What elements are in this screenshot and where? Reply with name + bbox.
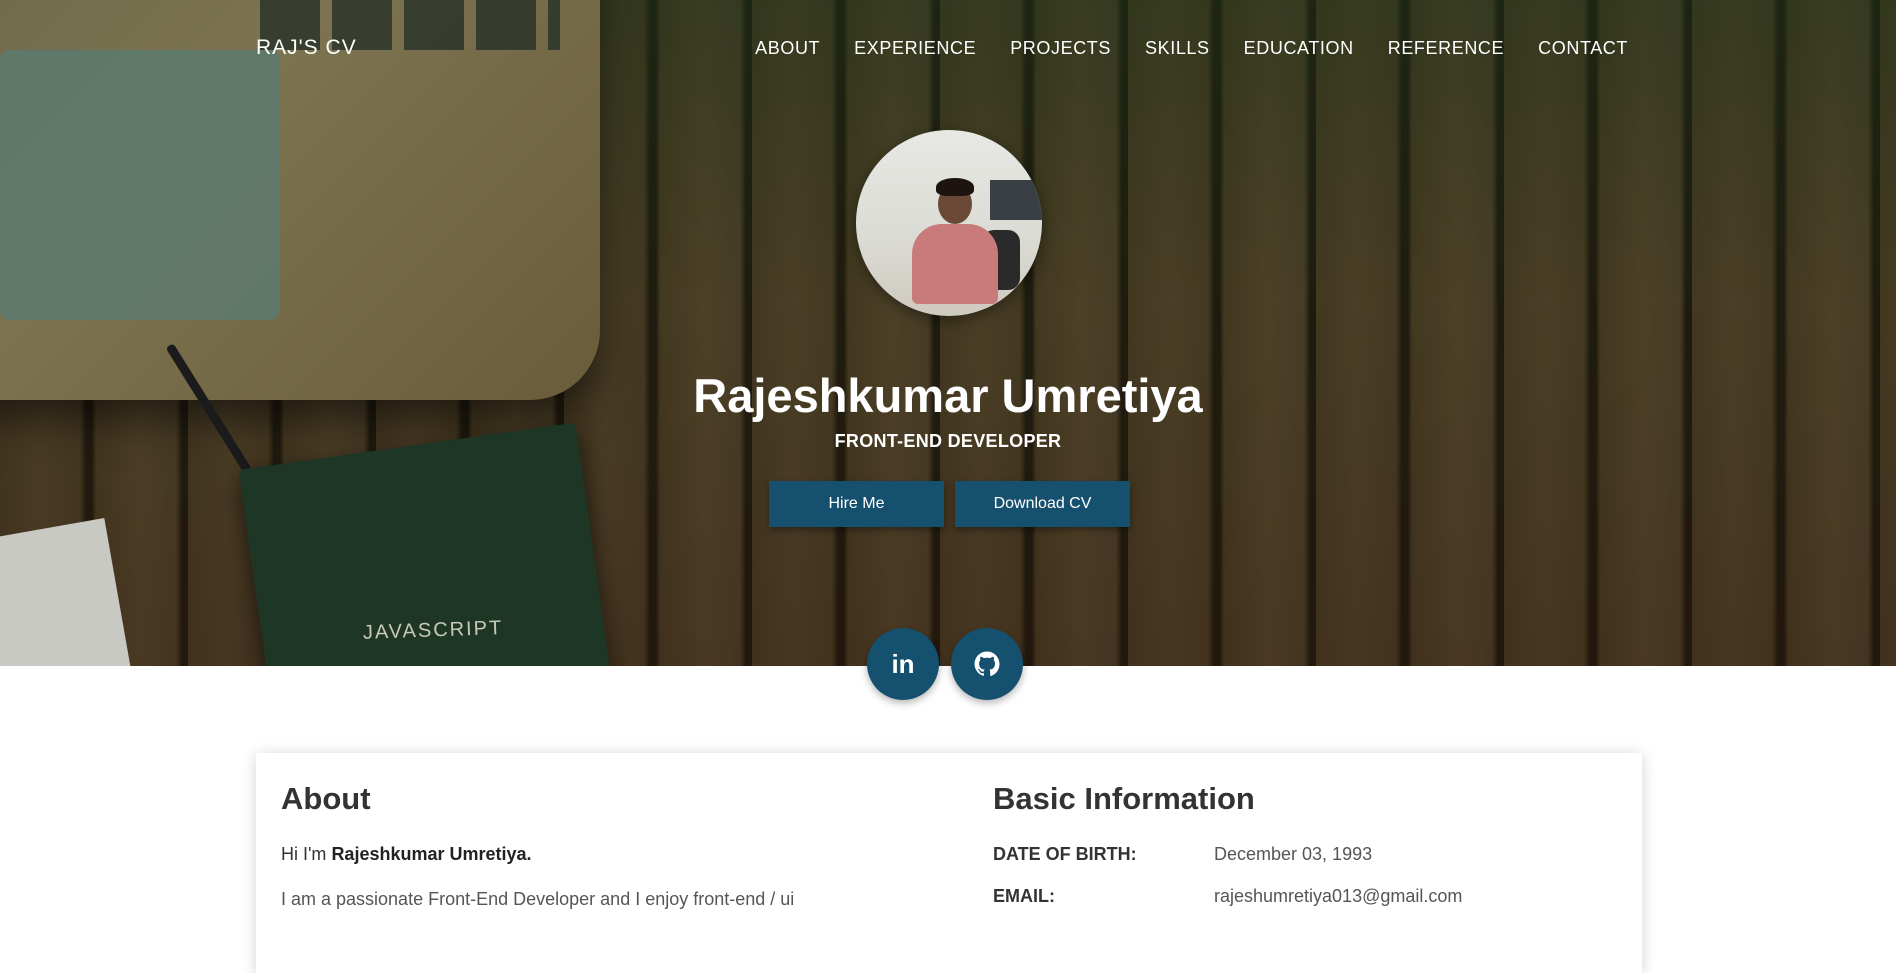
profile-avatar: [856, 130, 1042, 316]
basic-info-heading: Basic Information: [993, 781, 1255, 816]
about-greeting: Hi I'm: [281, 844, 332, 864]
github-icon: [974, 651, 1000, 677]
avatar-body: [912, 224, 998, 304]
nav-item-about[interactable]: ABOUT: [755, 38, 820, 59]
hero-section: JAVASCRIPT RAJ'S CV ABOUT EXPERIENCE PRO…: [0, 0, 1896, 666]
nav-item-skills[interactable]: SKILLS: [1145, 38, 1210, 59]
github-button[interactable]: [951, 628, 1023, 700]
book-label: JAVASCRIPT: [362, 616, 504, 644]
about-heading: About: [281, 781, 371, 816]
brand-link[interactable]: RAJ'S CV: [256, 36, 357, 60]
linkedin-icon: in: [891, 648, 915, 679]
info-value[interactable]: rajeshumretiya013@gmail.com: [1214, 886, 1462, 907]
linkedin-button[interactable]: in: [867, 628, 939, 700]
nav-item-contact[interactable]: CONTACT: [1538, 38, 1628, 59]
profile-role: FRONT-END DEVELOPER: [834, 431, 1062, 451]
nav-item-projects[interactable]: PROJECTS: [1010, 38, 1111, 59]
hire-me-button[interactable]: Hire Me: [769, 481, 944, 527]
about-intro: Hi I'm Rajeshkumar Umretiya.: [281, 844, 532, 865]
download-cv-button[interactable]: Download CV: [955, 481, 1130, 527]
nav-item-education[interactable]: EDUCATION: [1244, 38, 1354, 59]
top-nav: RAJ'S CV ABOUT EXPERIENCE PROJECTS SKILL…: [0, 0, 1896, 96]
notepad-image: [0, 518, 134, 666]
info-label: DATE OF BIRTH:: [993, 844, 1137, 864]
info-value: December 03, 1993: [1214, 844, 1373, 864]
profile-name: Rajeshkumar Umretiya: [693, 369, 1203, 422]
nav-item-experience[interactable]: EXPERIENCE: [854, 38, 976, 59]
about-card: About Hi I'm Rajeshkumar Umretiya. I am …: [256, 753, 1642, 973]
avatar-hair: [936, 178, 974, 196]
nav-item-reference[interactable]: REFERENCE: [1388, 38, 1504, 59]
avatar-monitor: [990, 180, 1042, 220]
about-description: I am a passionate Front-End Developer an…: [281, 889, 795, 909]
book-image: JAVASCRIPT: [238, 422, 612, 666]
about-name: Rajeshkumar Umretiya.: [331, 844, 532, 864]
info-label: EMAIL:: [993, 886, 1055, 906]
nav-menu: ABOUT EXPERIENCE PROJECTS SKILLS EDUCATI…: [755, 38, 1628, 59]
